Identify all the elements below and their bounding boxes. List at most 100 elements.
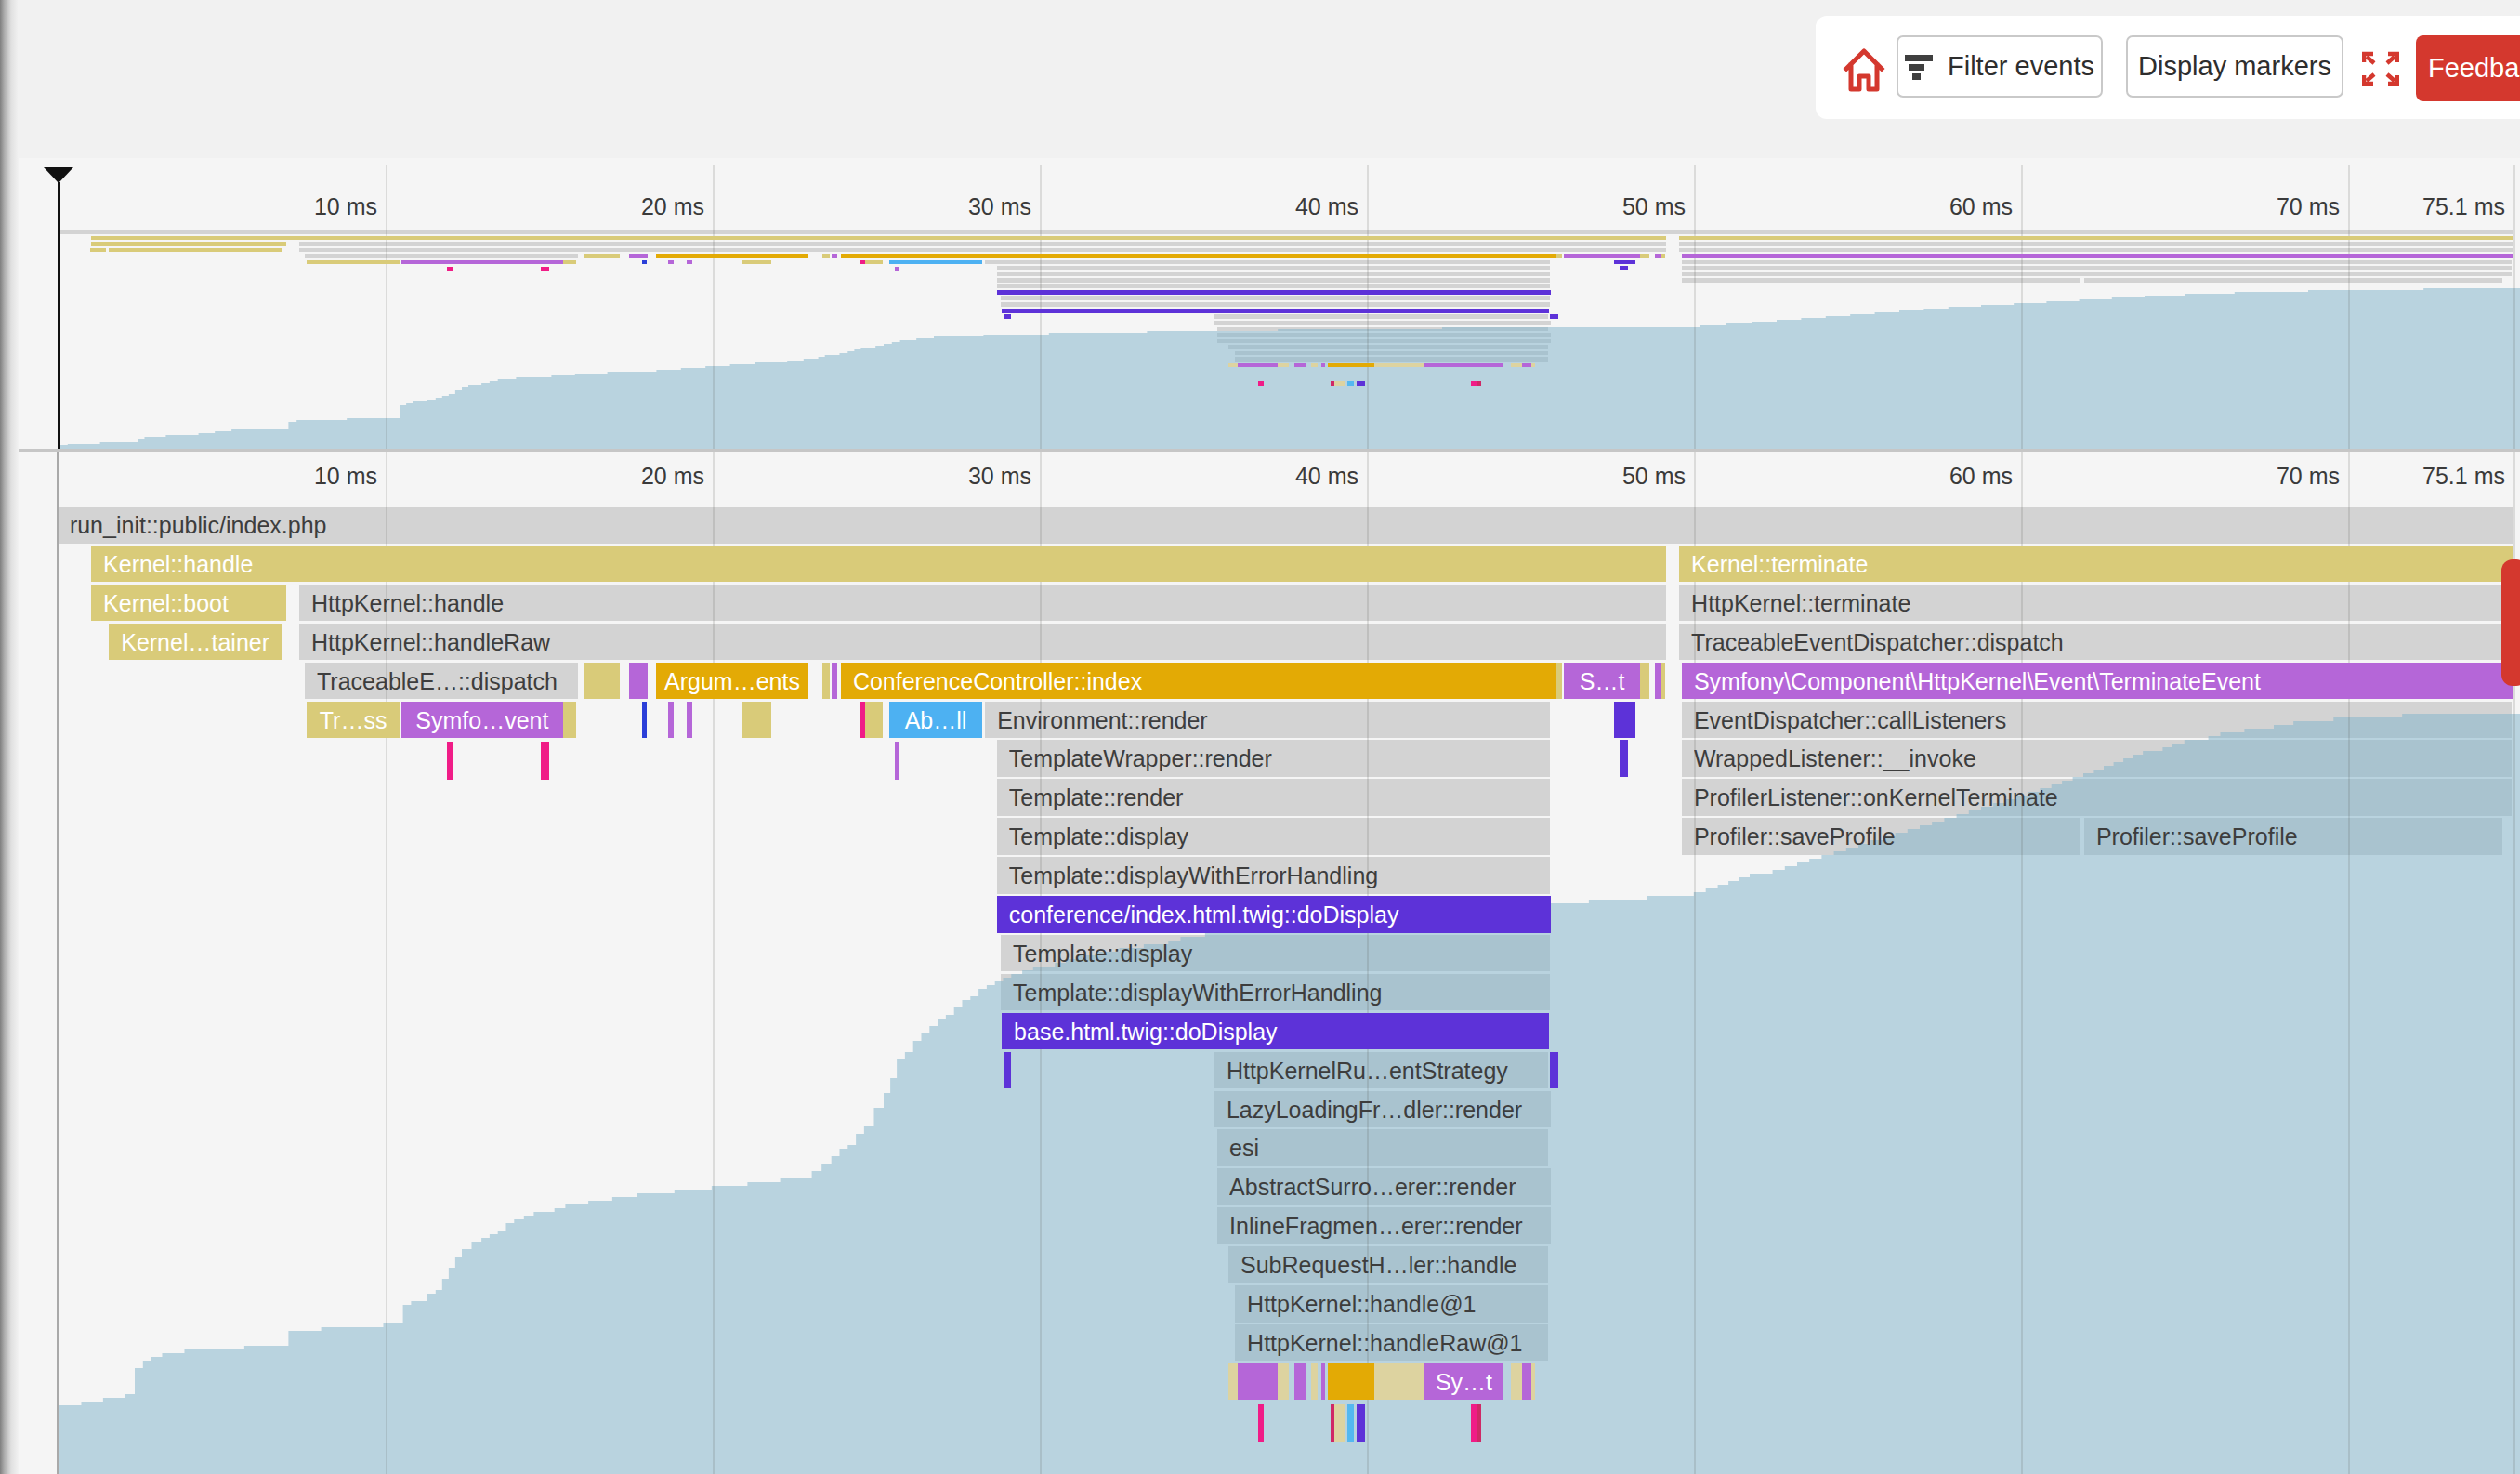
- timeline-bar[interactable]: [832, 663, 837, 700]
- timeline-bar[interactable]: [668, 702, 674, 739]
- timeline-bar[interactable]: [1614, 702, 1635, 739]
- timeline-bar-label: Template::displayWithErrorHandling: [1009, 857, 1550, 894]
- timeline-bar-ab-ll[interactable]: [889, 702, 982, 739]
- timeline-bar-abstractsurro-erer-render[interactable]: [1217, 1168, 1551, 1205]
- timeline-bar-profilerlistener-onkernelterminate[interactable]: [1682, 779, 2512, 816]
- timeline-bar-eventdispatcher-calllisteners[interactable]: [1682, 702, 2512, 739]
- timeline-bar[interactable]: [1294, 1363, 1306, 1401]
- timeline-bar-s-t[interactable]: [1564, 663, 1640, 700]
- timeline-bar-httpkernel-handleraw-1[interactable]: [1235, 1324, 1548, 1362]
- timeline-bar[interactable]: [563, 702, 576, 739]
- timeline-bar-run-init-public-index-php[interactable]: [58, 507, 2513, 544]
- timeline-bar-traceablee-dispatch[interactable]: [305, 663, 578, 700]
- timeline-bar-httpkernel-handleraw[interactable]: [299, 624, 1666, 661]
- timeline-gridline[interactable]: [2021, 452, 2023, 1474]
- timeline-bar[interactable]: [860, 702, 865, 739]
- timeline-bar-kernel-tainer[interactable]: [109, 624, 282, 661]
- timeline-bar-template-display[interactable]: [1001, 935, 1550, 972]
- scroll-indicator[interactable]: [2501, 559, 2520, 686]
- fullscreen-icon[interactable]: [2362, 51, 2399, 86]
- timeline-bar[interactable]: [742, 702, 771, 739]
- timeline-gridline[interactable]: [713, 452, 715, 1474]
- timeline-bar-symfony-component-httpkernel-event-terminateevent[interactable]: [1682, 663, 2513, 700]
- timeline-bar-templatewrapper-render[interactable]: [997, 740, 1550, 777]
- feedback-button[interactable]: Feedback: [2416, 35, 2520, 101]
- timeline-bar[interactable]: [1328, 1363, 1374, 1401]
- timeline-bar[interactable]: [642, 702, 647, 739]
- timeline-bar[interactable]: [1278, 1363, 1289, 1401]
- timeline-bar-label: HttpKernel::handle@1: [1247, 1285, 1548, 1323]
- timeline-bar-sy-t[interactable]: [1424, 1363, 1503, 1401]
- timeline-bar-kernel-boot[interactable]: [91, 585, 286, 622]
- timeline-gridline[interactable]: [1040, 452, 1042, 1474]
- timeline-bar-httpkernel-terminate[interactable]: [1679, 585, 2513, 622]
- timeline-bar-conferencecontroller-index[interactable]: [841, 663, 1556, 700]
- filter-events-button[interactable]: Filter events: [1897, 35, 2103, 98]
- timeline-bar[interactable]: [584, 663, 620, 700]
- timeline-bar[interactable]: [1655, 663, 1661, 700]
- timeline-bar-template-displaywitherrorhandling[interactable]: [997, 857, 1550, 894]
- timeline-bar-label: ProfilerListener::onKernelTerminate: [1694, 779, 2512, 816]
- timeline-bar-base-html-twig-dodisplay[interactable]: [1002, 1013, 1549, 1050]
- timeline-bar-kernel-terminate[interactable]: [1679, 546, 2513, 583]
- timeline-bar[interactable]: [1640, 663, 1649, 700]
- timeline-bar[interactable]: [629, 663, 648, 700]
- timeline-bar-label: Tr…ss: [307, 702, 400, 739]
- timeline-bar-template-displaywitherrorhandling[interactable]: [1001, 974, 1550, 1011]
- timeline-bar-wrappedlistener-invoke[interactable]: [1682, 740, 2512, 777]
- timeline-bar-kernel-handle[interactable]: [91, 546, 1666, 583]
- viewport-marker-triangle[interactable]: [44, 167, 73, 183]
- timeline-bar-template-render[interactable]: [997, 779, 1550, 816]
- timeline-bar[interactable]: [1522, 1363, 1531, 1401]
- timeline-bar[interactable]: [1661, 663, 1665, 700]
- timeline-bar[interactable]: [1511, 1363, 1523, 1401]
- timeline-bar-profiler-saveprofile[interactable]: [1682, 818, 2080, 855]
- timeline-bar-profiler-saveprofile[interactable]: [2084, 818, 2502, 855]
- timeline-layer-area: [0, 0, 2520, 1474]
- timeline-gridline[interactable]: [386, 452, 387, 1474]
- timeline-bar[interactable]: [1311, 1363, 1318, 1401]
- toolbar: Filter events Display markers Feedback: [1816, 16, 2520, 119]
- timeline-bar[interactable]: [1238, 1363, 1278, 1401]
- timeline-bar-label: Kernel…tainer: [109, 624, 282, 661]
- timeline-bar[interactable]: [1550, 1052, 1558, 1089]
- viewport-marker-line[interactable]: [58, 182, 60, 449]
- timeline-bar-httpkernel-handle-1[interactable]: [1235, 1285, 1548, 1323]
- timeline-bar-symfo-vent[interactable]: [401, 702, 563, 739]
- timeline-bar[interactable]: [1004, 1052, 1011, 1089]
- timeline-bar[interactable]: [1228, 1363, 1238, 1401]
- timeline-bar[interactable]: [865, 702, 883, 739]
- timeline-bar-httpkernel-handle[interactable]: [299, 585, 1666, 622]
- timeline-bar-environment-render[interactable]: [985, 702, 1550, 739]
- timeline-bar[interactable]: [822, 663, 830, 700]
- timeline-gridline[interactable]: [1694, 452, 1696, 1474]
- timeline-bar[interactable]: [1321, 1363, 1325, 1401]
- timeline-bar[interactable]: [1531, 1363, 1535, 1401]
- timeline-bar-tr-ss[interactable]: [307, 702, 400, 739]
- timeline-bar-conference-index-html-twig-dodisplay[interactable]: [997, 896, 1551, 933]
- timeline-bar[interactable]: [1556, 663, 1562, 700]
- timeline-bar-label: HttpKernel::handleRaw@1: [1247, 1324, 1548, 1362]
- timeline-bar-httpkernelru-entstrategy[interactable]: [1214, 1052, 1548, 1089]
- timeline-bar-argum-ents[interactable]: [656, 663, 808, 700]
- timeline-bar-template-display[interactable]: [997, 818, 1550, 855]
- timeline-bar-esi[interactable]: [1217, 1129, 1548, 1166]
- timeline-axis-label: 10 ms: [173, 462, 377, 490]
- timeline-bar-label: EventDispatcher::callListeners: [1694, 702, 2512, 739]
- timeline-bar-traceableeventdispatcher-dispatch[interactable]: [1679, 624, 2513, 661]
- home-icon[interactable]: [1841, 46, 1887, 95]
- timeline-bar[interactable]: [1374, 1363, 1424, 1401]
- timeline-bar-label: base.html.twig::doDisplay: [1014, 1013, 1549, 1050]
- timeline-bar: [1357, 1404, 1365, 1442]
- timeline-bar-lazyloadingfr-dler-render[interactable]: [1214, 1091, 1551, 1128]
- timeline-bar-label: Sy…t: [1424, 1363, 1503, 1401]
- display-markers-button[interactable]: Display markers: [2126, 35, 2343, 98]
- timeline-gridline[interactable]: [2348, 452, 2350, 1474]
- timeline-bar-subrequesth-ler-handle[interactable]: [1228, 1246, 1548, 1283]
- timeline-bar-inlinefragmen-erer-render[interactable]: [1217, 1207, 1551, 1244]
- minimap-axis-label: 75.1 ms: [2301, 192, 2505, 220]
- timeline-gridline[interactable]: [1367, 452, 1369, 1474]
- timeline-chart[interactable]: run_init::public/index.phpKernel::handle…: [0, 0, 2520, 1474]
- timeline-bar[interactable]: [687, 702, 692, 739]
- timeline-bar[interactable]: [1620, 740, 1628, 777]
